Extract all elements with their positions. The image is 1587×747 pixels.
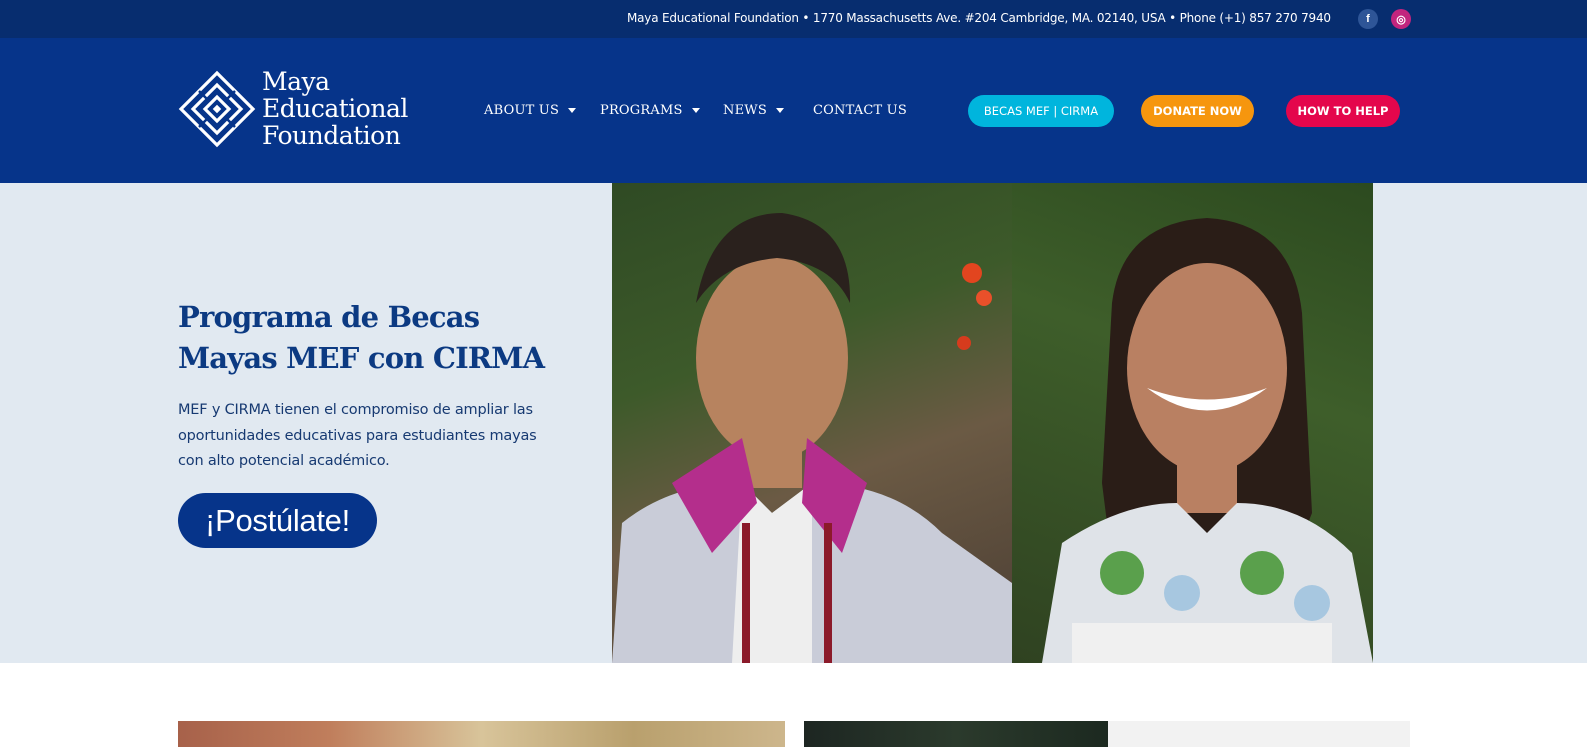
student-photo-male bbox=[612, 183, 1012, 663]
nav-programs[interactable]: PROGRAMS bbox=[600, 101, 700, 119]
becas-mef-cirma-button[interactable]: BECAS MEF | CIRMA bbox=[968, 95, 1114, 127]
nav-about-us[interactable]: ABOUT US bbox=[484, 101, 577, 119]
logo-line-1: Maya bbox=[262, 67, 330, 96]
apply-button[interactable]: ¡Postúlate! bbox=[178, 493, 377, 548]
nav-news-label: NEWS bbox=[723, 102, 767, 118]
logo-line-3: Foundation bbox=[262, 121, 401, 150]
contact-info-text: Maya Educational Foundation • 1770 Massa… bbox=[627, 11, 1331, 25]
logo-wordmark: Maya Educational Foundation bbox=[262, 68, 408, 149]
facebook-icon[interactable]: f bbox=[1358, 9, 1378, 29]
how-to-help-button[interactable]: HOW TO HELP bbox=[1286, 95, 1400, 127]
nav-about-us-label: ABOUT US bbox=[484, 102, 560, 118]
news-card-panel bbox=[1108, 721, 1410, 747]
hero-description: MEF y CIRMA tienen el compromiso de ampl… bbox=[178, 402, 537, 469]
hero-title: Programa de Becas Mayas MEF con CIRMA bbox=[178, 300, 545, 375]
nav-contact-us-label: CONTACT US bbox=[813, 102, 907, 118]
instagram-icon[interactable]: ◎ bbox=[1391, 9, 1411, 29]
nav-contact-us[interactable]: CONTACT US bbox=[813, 101, 907, 119]
chevron-down-icon bbox=[775, 107, 784, 113]
student-photo-female bbox=[1012, 183, 1373, 663]
news-card-image[interactable] bbox=[178, 721, 785, 747]
nav-news[interactable]: NEWS bbox=[723, 101, 784, 119]
top-info-bar: Maya Educational Foundation • 1770 Massa… bbox=[0, 0, 1587, 38]
news-card-image[interactable] bbox=[804, 721, 1108, 747]
chevron-down-icon bbox=[691, 107, 700, 113]
maya-diamond-logo-icon bbox=[178, 70, 256, 148]
student-portrait-illustration bbox=[612, 213, 1012, 663]
chevron-down-icon bbox=[568, 107, 577, 113]
donate-now-button[interactable]: DONATE NOW bbox=[1141, 95, 1254, 127]
student-portrait-illustration bbox=[1042, 218, 1373, 663]
logo-line-2: Educational bbox=[262, 94, 408, 123]
nav-programs-label: PROGRAMS bbox=[600, 102, 683, 118]
